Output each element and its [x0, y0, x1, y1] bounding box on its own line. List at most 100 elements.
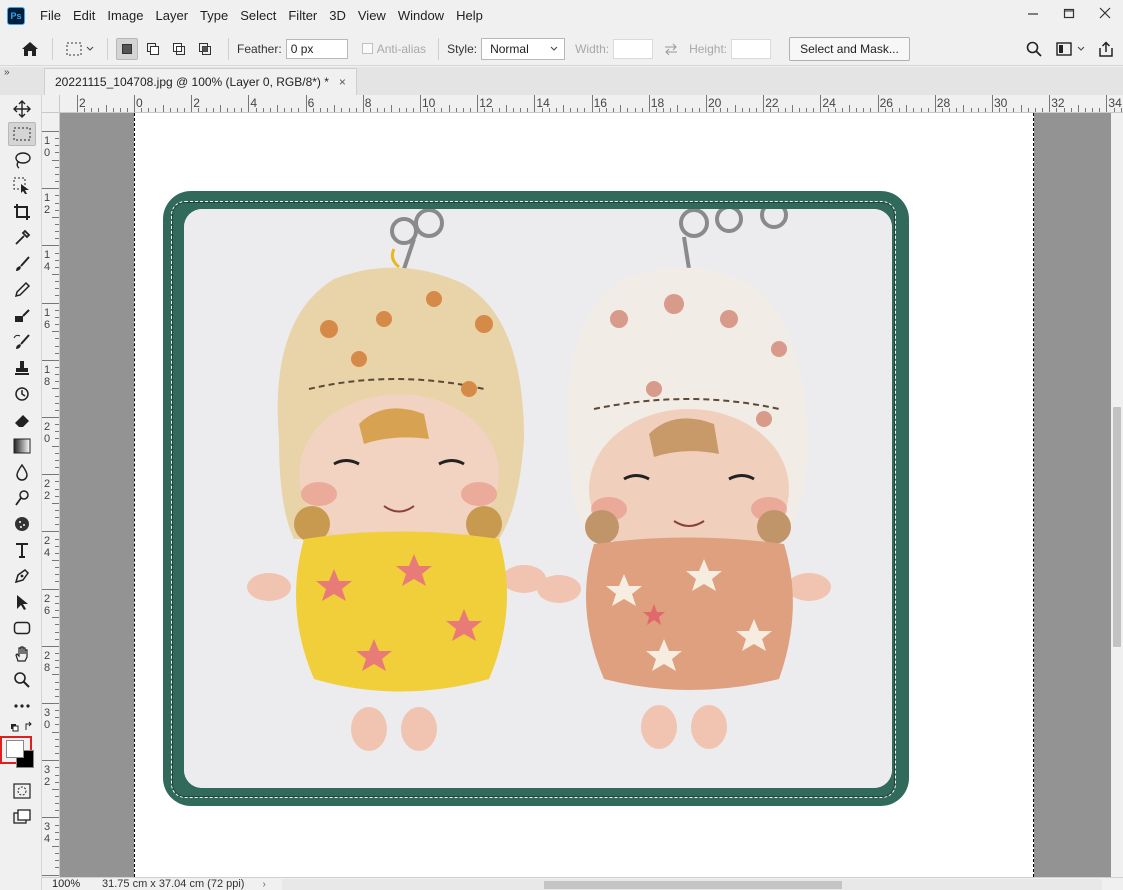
horizontal-scrollbar[interactable] — [282, 879, 1102, 890]
ruler-label: 18 — [44, 363, 51, 388]
zoom-tool[interactable] — [8, 668, 36, 692]
lasso-tool[interactable] — [8, 148, 36, 172]
brush-icon — [16, 256, 30, 271]
restore-button[interactable] — [1051, 0, 1087, 26]
ruler-minor-tick — [52, 846, 59, 847]
intersect-selection-button[interactable] — [194, 38, 216, 60]
ruler-minor-tick — [770, 108, 772, 112]
ruler-minor-tick — [920, 108, 922, 112]
height-input[interactable] — [731, 38, 772, 59]
menu-3d[interactable]: 3D — [323, 0, 352, 32]
ruler-minor-tick — [55, 238, 59, 240]
ruler-origin[interactable] — [42, 95, 60, 113]
ruler-minor-tick — [52, 617, 59, 619]
menu-filter[interactable]: Filter — [282, 0, 323, 32]
menu-select[interactable]: Select — [234, 0, 282, 32]
ruler-minor-tick — [741, 108, 743, 112]
gradient-tool[interactable] — [8, 434, 36, 458]
stamp-tool[interactable] — [8, 356, 36, 380]
menu-window[interactable]: Window — [392, 0, 450, 32]
foreground-color-swatch[interactable] — [6, 740, 24, 758]
object-selection-tool[interactable] — [8, 174, 36, 198]
swap-dimensions-icon[interactable] — [663, 43, 679, 55]
pen-tool[interactable] — [8, 564, 36, 588]
menu-image[interactable]: Image — [101, 0, 149, 32]
ruler-minor-tick — [55, 366, 59, 368]
subtract-from-selection-button[interactable] — [168, 38, 190, 60]
horizontal-scroll-thumb[interactable] — [544, 881, 842, 889]
marquee-preset-icon — [66, 42, 82, 55]
style-select[interactable]: Normal — [481, 37, 566, 60]
minimize-button[interactable] — [1015, 0, 1051, 26]
home-button[interactable] — [16, 35, 44, 63]
ruler-minor-tick — [55, 774, 59, 776]
ruler-minor-tick — [949, 108, 951, 112]
ruler-minor-tick — [55, 767, 59, 769]
sponge-tool[interactable] — [8, 512, 36, 536]
antialias-checkbox[interactable] — [361, 43, 373, 54]
menu-type[interactable]: Type — [194, 0, 234, 32]
blur-tool[interactable] — [8, 460, 36, 484]
move-tool[interactable] — [8, 97, 36, 121]
path-selection-tool[interactable] — [8, 590, 36, 614]
search-button[interactable] — [1021, 36, 1047, 62]
feather-input[interactable]: 0 px — [285, 38, 348, 59]
clone-stamp-tool[interactable] — [8, 304, 36, 328]
menu-file[interactable]: File — [34, 0, 67, 32]
ruler-minor-tick — [55, 459, 59, 461]
crop-tool[interactable] — [8, 200, 36, 224]
healing-icon — [15, 309, 30, 322]
screen-mode-button[interactable] — [8, 805, 36, 829]
share-button[interactable] — [1093, 36, 1119, 62]
color-swap-controls[interactable] — [8, 719, 36, 735]
type-tool[interactable] — [8, 538, 36, 562]
vertical-scrollbar[interactable] — [1111, 113, 1123, 877]
menu-help[interactable]: Help — [450, 0, 489, 32]
brush-tool[interactable] — [8, 252, 36, 276]
tab-close-button[interactable]: × — [339, 75, 346, 89]
ruler-minor-tick — [834, 108, 836, 112]
menu-view[interactable]: View — [352, 0, 392, 32]
horizontal-ruler[interactable]: 2 0 2 4 6 8 10 12 14 16 18 20 22 24 26 28 30 32 34 — [60, 95, 1123, 113]
canvas-area[interactable] — [60, 113, 1111, 877]
ruler-minor-tick — [462, 108, 464, 112]
ruler-label: 16 — [44, 306, 51, 331]
ruler-minor-tick — [52, 788, 59, 790]
eyedropper-tool[interactable] — [8, 226, 36, 250]
marquee-icon — [13, 127, 31, 141]
menu-layer[interactable]: Layer — [150, 0, 195, 32]
document-tab[interactable]: 20221115_104708.jpg @ 100% (Layer 0, RGB… — [44, 68, 357, 95]
menu-edit[interactable]: Edit — [67, 0, 101, 32]
dodge-tool[interactable] — [8, 486, 36, 510]
tool-preset-picker[interactable] — [61, 37, 99, 61]
pencil-tool[interactable] — [8, 278, 36, 302]
close-window-button[interactable] — [1087, 0, 1123, 26]
zoom-level[interactable]: 100% — [42, 878, 92, 890]
status-menu-arrow[interactable]: › — [262, 879, 265, 890]
new-selection-button[interactable] — [116, 37, 138, 60]
width-input[interactable] — [613, 38, 654, 59]
add-to-selection-button[interactable] — [142, 38, 164, 60]
edit-toolbar-button[interactable] — [8, 694, 36, 718]
ruler-minor-tick — [813, 108, 815, 112]
vertical-scroll-thumb[interactable] — [1113, 407, 1121, 647]
ruler-tick — [42, 359, 59, 361]
ruler-minor-tick — [141, 108, 143, 112]
vertical-ruler[interactable]: 1012141618202224262830323436 — [42, 113, 60, 877]
quick-mask-button[interactable] — [8, 779, 36, 803]
history-tool[interactable] — [8, 382, 36, 406]
rectangular-marquee-tool[interactable] — [8, 122, 36, 146]
ruler-minor-tick — [412, 108, 414, 112]
ruler-tick — [42, 131, 59, 132]
shape-tool[interactable] — [8, 616, 36, 640]
ruler-minor-tick — [484, 108, 486, 112]
eraser-tool[interactable] — [8, 408, 36, 432]
workspace-button[interactable] — [1051, 36, 1089, 62]
collapse-panels-button[interactable]: » — [4, 67, 9, 78]
hand-tool[interactable] — [8, 642, 36, 666]
ruler-minor-tick — [341, 108, 343, 112]
ruler-minor-tick — [52, 159, 59, 161]
history-brush-tool[interactable] — [8, 330, 36, 354]
ruler-label: 26 — [44, 592, 51, 617]
select-and-mask-button[interactable]: Select and Mask... — [789, 36, 910, 61]
